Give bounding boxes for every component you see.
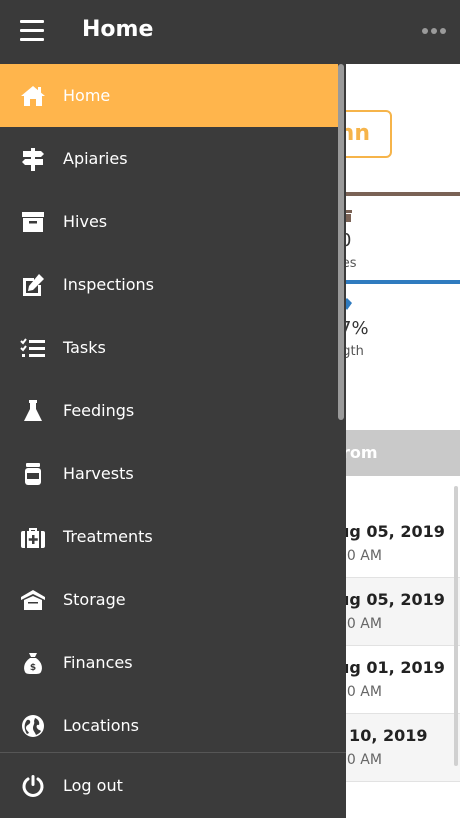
item-date: l 10, 2019 <box>338 726 428 745</box>
drawer-item-hives[interactable]: Hives <box>0 190 338 253</box>
honey-jar-icon <box>20 461 46 487</box>
item-date: ug 05, 2019 <box>338 590 445 609</box>
more-options-icon[interactable] <box>422 28 446 36</box>
archive-box-icon <box>20 209 46 235</box>
drawer-item-label: Storage <box>63 590 126 609</box>
task-list-icon <box>20 335 46 361</box>
page-title: Home <box>82 17 154 42</box>
medkit-icon <box>20 524 46 550</box>
drawer-item-tasks[interactable]: Tasks <box>0 316 338 379</box>
drawer-item-storage[interactable]: Storage <box>0 568 338 631</box>
drawer-item-label: Finances <box>63 653 133 672</box>
power-icon <box>20 773 46 799</box>
drawer-item-finances[interactable]: $ Finances <box>0 631 338 694</box>
globe-icon <box>20 713 46 739</box>
drawer-item-feedings[interactable]: Feedings <box>0 379 338 442</box>
drawer-item-label: Apiaries <box>63 149 128 168</box>
drawer-item-label: Home <box>63 86 111 105</box>
drawer-item-treatments[interactable]: Treatments <box>0 505 338 568</box>
drawer-divider <box>0 752 346 753</box>
item-date: ug 01, 2019 <box>338 658 445 677</box>
drawer-item-harvests[interactable]: Harvests <box>0 442 338 505</box>
drawer-item-label: Inspections <box>63 275 154 294</box>
app-bar: Home <box>0 0 460 64</box>
drawer-item-label: Hives <box>63 212 108 231</box>
navigation-drawer: Home Apiaries Hives Inspections Tasks Fe… <box>0 64 346 818</box>
home-icon <box>20 83 46 109</box>
drawer-scrollbar[interactable] <box>338 64 344 420</box>
warehouse-icon <box>20 587 46 613</box>
hamburger-menu-icon[interactable] <box>20 20 44 42</box>
svg-text:$: $ <box>30 663 36 673</box>
drawer-item-label: Treatments <box>63 527 153 546</box>
edit-icon <box>20 272 46 298</box>
drawer-item-inspections[interactable]: Inspections <box>0 253 338 316</box>
drawer-item-label: Tasks <box>63 338 106 357</box>
drawer-item-label: Feedings <box>63 401 135 420</box>
item-date: ug 05, 2019 <box>338 522 445 541</box>
drawer-item-label: Harvests <box>63 464 134 483</box>
money-bag-icon: $ <box>20 650 46 676</box>
list-scrollbar[interactable] <box>454 486 458 766</box>
drawer-item-logout[interactable]: Log out <box>0 754 338 817</box>
drawer-item-apiaries[interactable]: Apiaries <box>0 127 338 190</box>
drawer-item-locations[interactable]: Locations <box>0 694 338 757</box>
signpost-icon <box>20 146 46 172</box>
flask-icon <box>20 398 46 424</box>
drawer-item-label: Locations <box>63 716 140 735</box>
drawer-item-home[interactable]: Home <box>0 64 338 127</box>
logout-label: Log out <box>63 776 123 795</box>
